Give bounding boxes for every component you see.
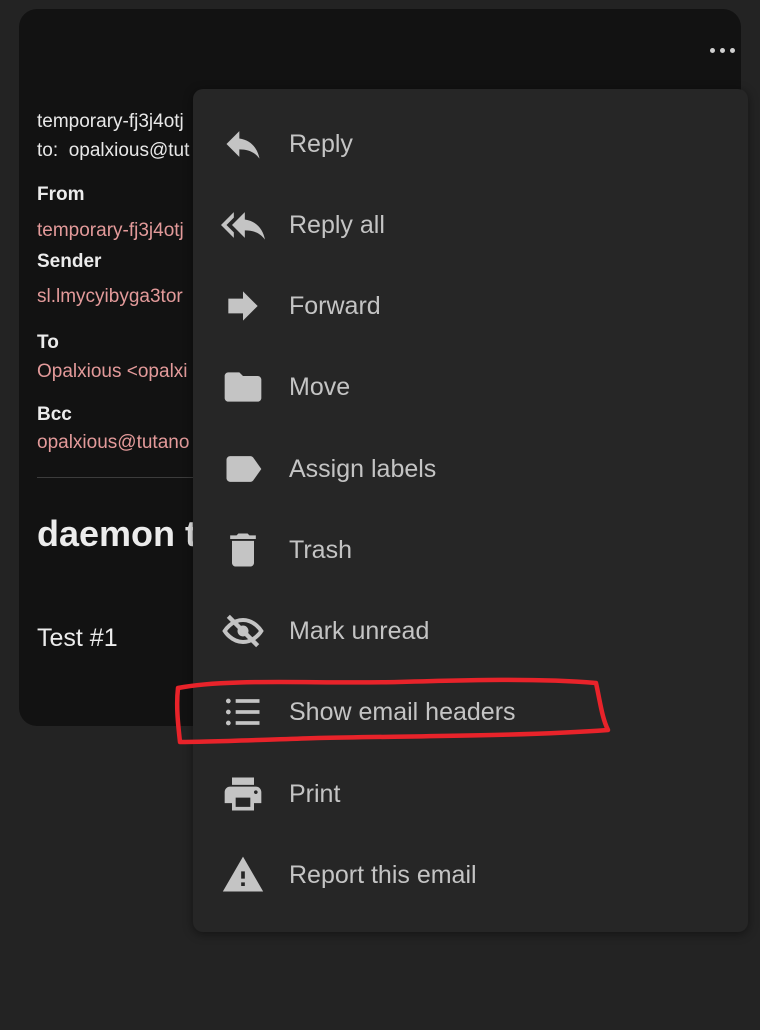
menu-item-reply[interactable]: Reply (193, 104, 748, 184)
folder-icon (221, 365, 265, 409)
menu-item-mark-unread[interactable]: Mark unread (193, 591, 748, 671)
more-options-button[interactable] (700, 36, 741, 64)
to-prefix: to: (37, 140, 59, 161)
bcc-address[interactable]: opalxious@tutano (37, 432, 189, 454)
menu-item-show-email-headers[interactable]: Show email headers (193, 672, 748, 752)
reply-all-icon (221, 203, 265, 247)
menu-item-report-email[interactable]: Report this email (193, 835, 748, 915)
menu-item-trash[interactable]: Trash (193, 510, 748, 590)
menu-item-print[interactable]: Print (193, 754, 748, 834)
more-horizontal-icon (709, 47, 715, 53)
to-summary-value: opalxious@tut (68, 140, 190, 161)
list-icon (221, 690, 265, 734)
menu-item-label: Reply (289, 129, 353, 158)
menu-item-label: Trash (289, 535, 352, 564)
email-subject: daemon t (37, 513, 198, 554)
menu-item-label: Reply all (289, 210, 385, 239)
warning-icon (221, 853, 265, 897)
email-body: Test #1 (37, 624, 118, 652)
from-label: From (37, 184, 85, 205)
bcc-label: Bcc (37, 404, 72, 425)
menu-item-move[interactable]: Move (193, 347, 748, 427)
menu-item-label: Show email headers (289, 697, 516, 726)
reply-icon (221, 122, 265, 166)
more-horizontal-icon-dot (729, 47, 735, 53)
printer-icon (221, 772, 265, 816)
menu-item-label: Assign labels (289, 454, 437, 483)
menu-item-assign-labels[interactable]: Assign labels (193, 429, 748, 509)
page: temporary-fj3j4otj to: opalxious@tut Fro… (0, 0, 760, 1030)
trash-icon (221, 528, 265, 572)
label-icon (221, 447, 265, 491)
menu-item-label: Print (289, 779, 341, 808)
menu-item-label: Report this email (289, 860, 477, 889)
menu-item-forward[interactable]: Forward (193, 266, 748, 346)
menu-item-label: Move (289, 372, 351, 401)
to-address[interactable]: Opalxious <opalxi (37, 361, 188, 383)
from-address[interactable]: temporary-fj3j4otj (37, 220, 184, 242)
email-actions-menu: Reply Reply all Forward Move Assign labe (193, 89, 748, 932)
sender-label: Sender (37, 251, 102, 272)
more-horizontal-icon-dot (719, 47, 725, 53)
menu-item-label: Forward (289, 291, 381, 320)
sender-address[interactable]: sl.lmycyibyga3tor (37, 286, 183, 308)
to-label: To (37, 332, 59, 353)
recipient-summary[interactable]: to: opalxious@tut (37, 140, 189, 162)
menu-item-label: Mark unread (289, 616, 430, 645)
eye-off-icon (221, 609, 265, 653)
forward-icon (221, 284, 265, 328)
menu-item-reply-all[interactable]: Reply all (193, 185, 748, 265)
sender-summary[interactable]: temporary-fj3j4otj (37, 111, 184, 133)
